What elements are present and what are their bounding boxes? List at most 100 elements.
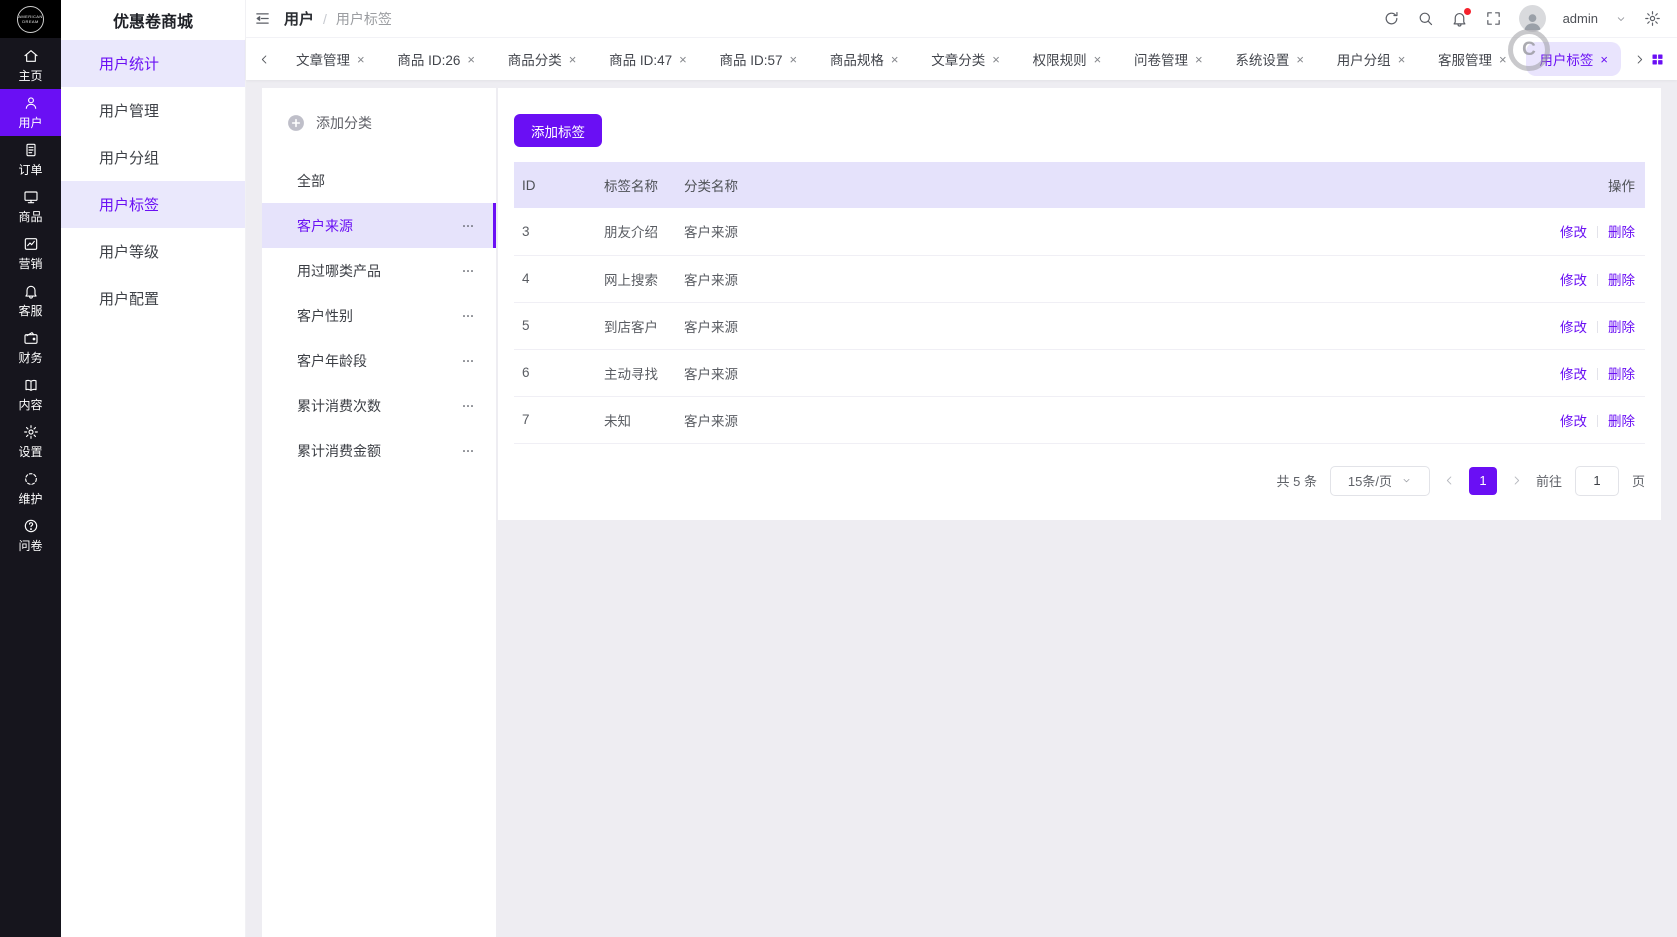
add-tag-button[interactable]: 添加标签 — [514, 114, 602, 147]
tab-close-icon[interactable]: × — [790, 53, 798, 66]
cell-name: 网上搜索 — [596, 255, 676, 302]
rail-item-goods[interactable]: 商品 — [0, 183, 61, 230]
category-item-1[interactable]: 客户来源 — [262, 203, 496, 248]
tab-close-icon[interactable]: × — [1398, 53, 1406, 66]
tabs-scroll-left-icon[interactable] — [258, 53, 271, 66]
category-item-3[interactable]: 客户性别 — [262, 293, 496, 338]
tab-close-icon[interactable]: × — [992, 53, 1000, 66]
edit-link[interactable]: 修改 — [1560, 273, 1587, 288]
sidebar-item-1[interactable]: 用户管理 — [61, 87, 245, 134]
home-icon — [23, 48, 39, 64]
tab-close-icon[interactable]: × — [1600, 53, 1608, 66]
tab-close-icon[interactable]: × — [1499, 53, 1507, 66]
tab-close-icon[interactable]: × — [1094, 53, 1102, 66]
tab-close-icon[interactable]: × — [1296, 53, 1304, 66]
edit-link[interactable]: 修改 — [1560, 367, 1587, 382]
pagination-page-button[interactable]: 1 — [1469, 467, 1497, 495]
tab-4[interactable]: 商品 ID:57× — [707, 42, 811, 76]
tab-8[interactable]: 问卷管理× — [1121, 42, 1216, 76]
edit-link[interactable]: 修改 — [1560, 414, 1587, 429]
tab-1[interactable]: 商品 ID:26× — [384, 42, 488, 76]
fullscreen-icon[interactable] — [1485, 10, 1502, 27]
category-item-6[interactable]: 累计消费金额 — [262, 428, 496, 473]
rail-item-order[interactable]: 订单 — [0, 136, 61, 183]
pagination-prev-icon[interactable] — [1443, 474, 1456, 487]
sidebar-item-0[interactable]: 用户统计 — [61, 40, 245, 87]
sidebar-item-2[interactable]: 用户分组 — [61, 134, 245, 181]
tab-10[interactable]: 用户分组× — [1324, 42, 1419, 76]
more-dots-icon[interactable] — [460, 308, 476, 324]
page-size-select[interactable]: 15条/页 — [1330, 466, 1430, 496]
delete-link[interactable]: 删除 — [1608, 320, 1635, 335]
tab-9[interactable]: 系统设置× — [1222, 42, 1317, 76]
delete-link[interactable]: 删除 — [1608, 414, 1635, 429]
sidebar-item-5[interactable]: 用户配置 — [61, 275, 245, 322]
rail-item-settings[interactable]: 设置 — [0, 418, 61, 465]
rail-item-survey[interactable]: 问卷 — [0, 512, 61, 559]
category-label: 客户性别 — [297, 306, 353, 326]
tab-close-icon[interactable]: × — [569, 53, 577, 66]
delete-link[interactable]: 删除 — [1608, 225, 1635, 240]
rail-item-marketing[interactable]: 营销 — [0, 230, 61, 277]
tab-label: 商品分类 — [508, 49, 562, 69]
tab-0[interactable]: 文章管理× — [283, 42, 378, 76]
category-item-5[interactable]: 累计消费次数 — [262, 383, 496, 428]
cell-id: 7 — [514, 396, 596, 443]
more-dots-icon[interactable] — [460, 398, 476, 414]
column-header-name: 标签名称 — [596, 162, 676, 208]
edit-link[interactable]: 修改 — [1560, 225, 1587, 240]
category-label: 用过哪类产品 — [297, 261, 381, 281]
more-dots-icon[interactable] — [460, 218, 476, 234]
settings-gear-icon[interactable] — [1644, 10, 1661, 27]
chevron-down-icon[interactable] — [1615, 13, 1627, 25]
goto-page-input[interactable] — [1575, 466, 1619, 496]
more-dots-icon[interactable] — [460, 263, 476, 279]
avatar[interactable] — [1519, 5, 1546, 32]
tabs-scroll-right-icon[interactable] — [1633, 53, 1646, 66]
tab-close-icon[interactable]: × — [1195, 53, 1203, 66]
sidebar-item-4[interactable]: 用户等级 — [61, 228, 245, 275]
collapse-sidebar-icon[interactable] — [254, 10, 271, 27]
tab-close-icon[interactable]: × — [357, 53, 365, 66]
rail-item-content[interactable]: 内容 — [0, 371, 61, 418]
rail-item-user[interactable]: 用户 — [0, 89, 61, 136]
main-area: 添加分类 全部客户来源用过哪类产品客户性别客户年龄段累计消费次数累计消费金额 添… — [246, 80, 1677, 937]
category-item-0[interactable]: 全部 — [262, 158, 496, 203]
pagination-next-icon[interactable] — [1510, 474, 1523, 487]
delete-link[interactable]: 删除 — [1608, 367, 1635, 382]
category-item-2[interactable]: 用过哪类产品 — [262, 248, 496, 293]
tab-12[interactable]: 用户标签× — [1526, 42, 1621, 76]
rail-item-finance[interactable]: 财务 — [0, 324, 61, 371]
notification-bell-icon[interactable] — [1451, 10, 1468, 27]
more-dots-icon[interactable] — [460, 443, 476, 459]
rail-item-home[interactable]: 主页 — [0, 42, 61, 89]
tab-5[interactable]: 商品规格× — [817, 42, 912, 76]
more-dots-icon[interactable] — [460, 353, 476, 369]
tab-2[interactable]: 商品分类 × — [495, 42, 590, 76]
cell-category: 客户来源 — [676, 208, 1495, 255]
rail-item-maintain[interactable]: 维护 — [0, 465, 61, 512]
category-item-4[interactable]: 客户年龄段 — [262, 338, 496, 383]
refresh-icon[interactable] — [1383, 10, 1400, 27]
username[interactable]: admin — [1563, 11, 1598, 26]
cell-actions: 修改 删除 — [1495, 396, 1645, 443]
tab-close-icon[interactable]: × — [467, 53, 475, 66]
rail-item-service[interactable]: 客服 — [0, 277, 61, 324]
tab-label: 权限规则 — [1033, 49, 1087, 69]
cell-name: 未知 — [596, 396, 676, 443]
tab-3[interactable]: 商品 ID:47× — [596, 42, 700, 76]
tab-6[interactable]: 文章分类× — [918, 42, 1013, 76]
tab-7[interactable]: 权限规则 × — [1020, 42, 1115, 76]
app-logo[interactable]: AMERICAN DREAM — [0, 0, 61, 38]
delete-link[interactable]: 删除 — [1608, 273, 1635, 288]
tab-menu-grid-icon[interactable] — [1650, 52, 1665, 67]
tab-close-icon[interactable]: × — [679, 53, 687, 66]
cell-name: 朋友介绍 — [596, 208, 676, 255]
tab-11[interactable]: 客服管理× — [1425, 42, 1520, 76]
sidebar-item-3[interactable]: 用户标签 — [61, 181, 245, 228]
search-icon[interactable] — [1417, 10, 1434, 27]
add-category-button[interactable]: 添加分类 — [262, 102, 496, 144]
tab-close-icon[interactable]: × — [891, 53, 899, 66]
edit-link[interactable]: 修改 — [1560, 320, 1587, 335]
tags-table-card: 添加标签 ID 标签名称 分类名称 操作 3朋友介绍客户来源修改删除4网上搜索客… — [498, 88, 1661, 520]
